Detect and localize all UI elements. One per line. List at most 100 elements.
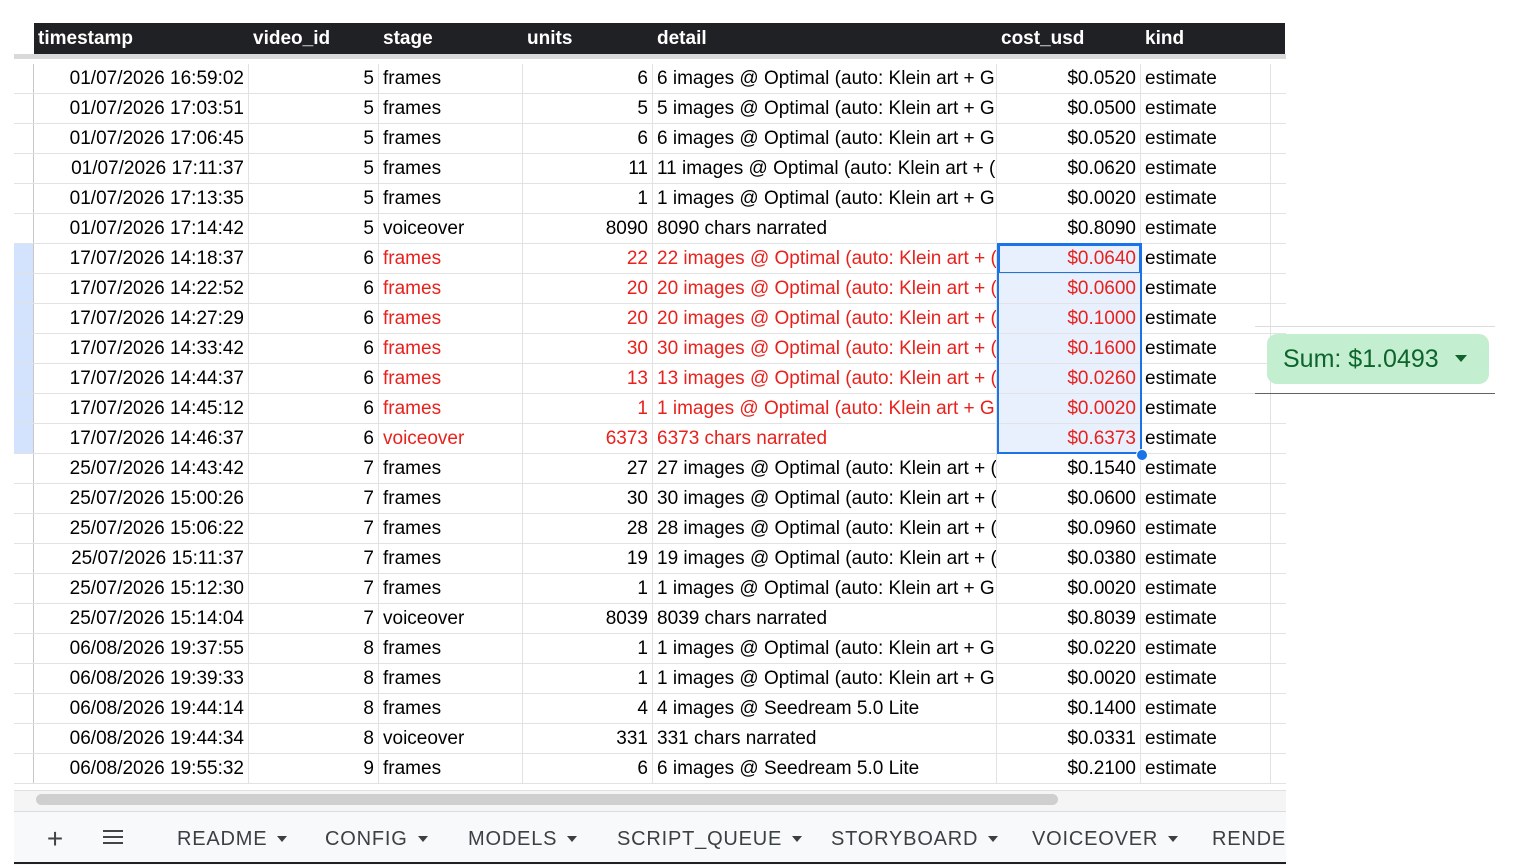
cell-timestamp[interactable]: 06/08/2026 19:37:55 xyxy=(34,634,249,663)
cell-detail[interactable]: 6 images @ Optimal (auto: Klein art + G xyxy=(653,64,997,93)
cell-stage[interactable]: frames xyxy=(379,454,523,483)
cell-cost-usd[interactable]: $0.6373 xyxy=(997,424,1141,453)
cell-kind[interactable]: estimate xyxy=(1141,574,1271,603)
cell-units[interactable]: 1 xyxy=(523,664,653,693)
column-header-kind[interactable]: kind xyxy=(1141,23,1285,54)
horizontal-scrollbar-thumb[interactable] xyxy=(36,794,1058,805)
cell-video-id[interactable]: 7 xyxy=(249,514,379,543)
cell-video-id[interactable]: 6 xyxy=(249,304,379,333)
cell-cost-usd[interactable]: $0.1400 xyxy=(997,694,1141,723)
cell-detail[interactable]: 30 images @ Optimal (auto: Klein art + ( xyxy=(653,484,997,513)
cell-video-id[interactable]: 7 xyxy=(249,544,379,573)
cell-units[interactable]: 6373 xyxy=(523,424,653,453)
cell-timestamp[interactable]: 17/07/2026 14:18:37 xyxy=(34,244,249,273)
cell-cost-usd[interactable]: $0.0380 xyxy=(997,544,1141,573)
cell-video-id[interactable]: 8 xyxy=(249,694,379,723)
cell-kind[interactable]: estimate xyxy=(1141,454,1271,483)
cell-units[interactable]: 1 xyxy=(523,574,653,603)
row-header[interactable] xyxy=(14,244,34,273)
add-sheet-icon[interactable]: + xyxy=(40,812,70,865)
cell-kind[interactable]: estimate xyxy=(1141,364,1271,393)
row-header[interactable] xyxy=(14,754,34,783)
cell-units[interactable]: 6 xyxy=(523,754,653,783)
row-header[interactable] xyxy=(14,574,34,603)
cell-detail[interactable]: 20 images @ Optimal (auto: Klein art + ( xyxy=(653,274,997,303)
cell-stage[interactable]: frames xyxy=(379,514,523,543)
cell-stage[interactable]: frames xyxy=(379,154,523,183)
cell-stage[interactable]: frames xyxy=(379,124,523,153)
cell-video-id[interactable]: 7 xyxy=(249,454,379,483)
cell-kind[interactable]: estimate xyxy=(1141,184,1271,213)
cell-timestamp[interactable]: 01/07/2026 17:06:45 xyxy=(34,124,249,153)
cell-kind[interactable]: estimate xyxy=(1141,514,1271,543)
cell-video-id[interactable]: 7 xyxy=(249,484,379,513)
cell-cost-usd[interactable]: $0.8090 xyxy=(997,214,1141,243)
cell-timestamp[interactable]: 25/07/2026 15:06:22 xyxy=(34,514,249,543)
row-header[interactable] xyxy=(14,634,34,663)
cell-stage[interactable]: frames xyxy=(379,544,523,573)
cell-video-id[interactable]: 9 xyxy=(249,754,379,783)
cell-detail[interactable]: 28 images @ Optimal (auto: Klein art + ( xyxy=(653,514,997,543)
cell-cost-usd[interactable]: $0.0520 xyxy=(997,124,1141,153)
cell-stage[interactable]: frames xyxy=(379,304,523,333)
cell-cost-usd[interactable]: $0.1600 xyxy=(997,334,1141,363)
cell-cost-usd[interactable]: $0.0600 xyxy=(997,484,1141,513)
cell-timestamp[interactable]: 01/07/2026 17:11:37 xyxy=(34,154,249,183)
cell-timestamp[interactable]: 01/07/2026 17:13:35 xyxy=(34,184,249,213)
cell-stage[interactable]: frames xyxy=(379,64,523,93)
cell-video-id[interactable]: 8 xyxy=(249,634,379,663)
row-header[interactable] xyxy=(14,424,34,453)
row-header[interactable] xyxy=(14,694,34,723)
row-header[interactable] xyxy=(14,154,34,183)
cell-timestamp[interactable]: 17/07/2026 14:33:42 xyxy=(34,334,249,363)
cell-video-id[interactable]: 5 xyxy=(249,154,379,183)
cell-cost-usd[interactable]: $0.0220 xyxy=(997,634,1141,663)
cell-detail[interactable]: 8039 chars narrated xyxy=(653,604,997,633)
cell-video-id[interactable]: 6 xyxy=(249,424,379,453)
cell-cost-usd[interactable]: $0.0020 xyxy=(997,664,1141,693)
cell-stage[interactable]: voiceover xyxy=(379,724,523,753)
cell-cost-usd[interactable]: $0.0020 xyxy=(997,574,1141,603)
cell-units[interactable]: 6 xyxy=(523,64,653,93)
cell-stage[interactable]: frames xyxy=(379,94,523,123)
row-header[interactable] xyxy=(14,484,34,513)
cell-detail[interactable]: 6373 chars narrated xyxy=(653,424,997,453)
tab-script-queue[interactable]: SCRIPT_QUEUE xyxy=(617,812,803,865)
row-header[interactable] xyxy=(14,454,34,483)
cell-cost-usd[interactable]: $0.0020 xyxy=(997,184,1141,213)
cell-stage[interactable]: frames xyxy=(379,634,523,663)
cell-stage[interactable]: frames xyxy=(379,754,523,783)
cell-detail[interactable]: 6 images @ Optimal (auto: Klein art + G xyxy=(653,124,997,153)
cell-video-id[interactable]: 6 xyxy=(249,364,379,393)
row-header[interactable] xyxy=(14,394,34,423)
cell-cost-usd[interactable]: $0.0520 xyxy=(997,64,1141,93)
cell-stage[interactable]: frames xyxy=(379,574,523,603)
cell-units[interactable]: 1 xyxy=(523,394,653,423)
cell-timestamp[interactable]: 01/07/2026 17:03:51 xyxy=(34,94,249,123)
cell-stage[interactable]: frames xyxy=(379,334,523,363)
cell-detail[interactable]: 13 images @ Optimal (auto: Klein art + ( xyxy=(653,364,997,393)
row-header[interactable] xyxy=(14,604,34,633)
cell-detail[interactable]: 331 chars narrated xyxy=(653,724,997,753)
cell-timestamp[interactable]: 17/07/2026 14:22:52 xyxy=(34,274,249,303)
cell-kind[interactable]: estimate xyxy=(1141,274,1271,303)
cell-units[interactable]: 19 xyxy=(523,544,653,573)
cell-video-id[interactable]: 5 xyxy=(249,214,379,243)
cell-kind[interactable]: estimate xyxy=(1141,394,1271,423)
cell-kind[interactable]: estimate xyxy=(1141,724,1271,753)
cell-stage[interactable]: frames xyxy=(379,394,523,423)
cell-timestamp[interactable]: 25/07/2026 15:12:30 xyxy=(34,574,249,603)
cell-timestamp[interactable]: 17/07/2026 14:27:29 xyxy=(34,304,249,333)
cell-kind[interactable]: estimate xyxy=(1141,64,1271,93)
row-header[interactable] xyxy=(14,514,34,543)
cell-kind[interactable]: estimate xyxy=(1141,334,1271,363)
cell-detail[interactable]: 22 images @ Optimal (auto: Klein art + ( xyxy=(653,244,997,273)
row-header[interactable] xyxy=(14,724,34,753)
cell-cost-usd[interactable]: $0.1540 xyxy=(997,454,1141,483)
cell-kind[interactable]: estimate xyxy=(1141,544,1271,573)
tab-render[interactable]: RENDEI xyxy=(1212,812,1286,865)
cell-video-id[interactable]: 5 xyxy=(249,94,379,123)
tab-storyboard[interactable]: STORYBOARD xyxy=(831,812,999,865)
cell-video-id[interactable]: 8 xyxy=(249,664,379,693)
cell-units[interactable]: 6 xyxy=(523,124,653,153)
